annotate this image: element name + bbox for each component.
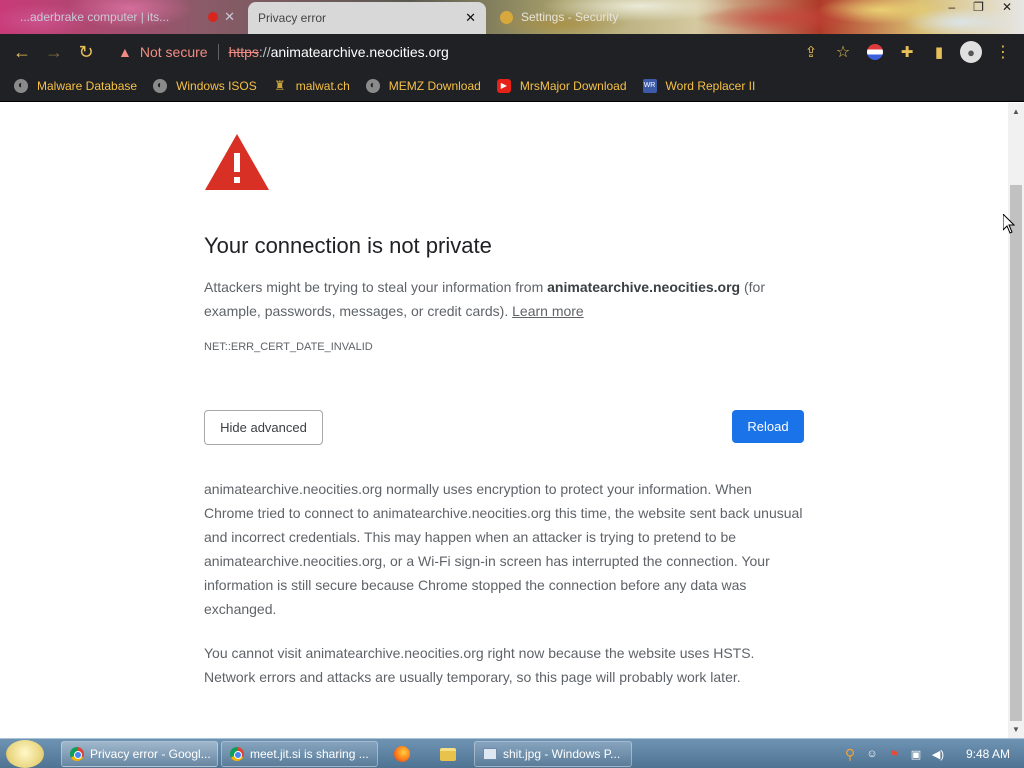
details-paragraph-1: animatearchive.neocities.org normally us… (204, 481, 803, 617)
share-icon[interactable]: ⇪ (798, 36, 824, 68)
exclamation-bar (234, 153, 240, 172)
advanced-details: animatearchive.neocities.org normally us… (204, 477, 804, 689)
cursor-arrow (1003, 214, 1015, 234)
taskbar-item-label: Privacy error - Googl... (90, 747, 211, 761)
learn-more-link[interactable]: Learn more (512, 303, 584, 319)
toolbar-actions: ⇪ ☆ ✚ ▮ ● ⋮ (798, 36, 1016, 68)
globe-icon: ◐ (14, 78, 28, 93)
minimize-button[interactable]: – (948, 0, 955, 18)
url-scheme: https (228, 44, 259, 60)
address-bar[interactable]: ▲ Not secure https://animatearchive.neoc… (108, 38, 858, 66)
recording-icon (208, 12, 219, 22)
omnibox-divider (217, 44, 219, 60)
bookmark-label: malwat.ch (295, 78, 350, 93)
tab-settings[interactable]: Settings - Security (490, 2, 690, 32)
reload-icon[interactable]: ↻ (70, 36, 102, 68)
taskbar-item-label: shit.jpg - Windows P... (503, 747, 621, 761)
close-tab-icon[interactable]: ✕ (224, 9, 235, 25)
taskbar-clock[interactable]: 9:48 AM (966, 747, 1010, 761)
tab-strip: ...aderbrake computer | its... ✕ Privacy… (0, 0, 1024, 34)
security-status[interactable]: Not secure (140, 44, 208, 60)
bookmark-windows-isos[interactable]: ◐ Windows ISOS (153, 78, 257, 93)
forward-arrow-icon[interactable]: → (38, 36, 70, 68)
bookmark-mrsmajor-download[interactable]: ▶ MrsMajor Download (496, 78, 627, 93)
start-button[interactable] (6, 740, 44, 768)
flag-icon (867, 44, 883, 60)
amogus-icon: ♜ (273, 77, 286, 93)
mouse-cursor-icon (1003, 214, 1015, 234)
browser-toolbar: ← → ↻ ▲ Not secure https://animatearchiv… (0, 34, 1024, 70)
system-tray: ⚲ ☺ ⚑ ▣ ◀) 9:48 AM (832, 739, 1024, 768)
window-controls: – ❐ ✕ (948, 0, 1012, 18)
folder-icon (440, 747, 456, 761)
bookmarks-bar: ◐ Malware Database ◐ Windows ISOS ♜ malw… (0, 70, 1024, 102)
chrome-icon (230, 747, 244, 761)
firefox-pinned-icon[interactable] (392, 744, 412, 764)
reload-button[interactable]: Reload (732, 410, 804, 443)
search-magnifier-icon[interactable]: ⚲ (842, 746, 858, 762)
url-host: animatearchive.neocities.org (270, 44, 449, 60)
menu-kebab-icon[interactable]: ⋮ (990, 36, 1016, 68)
details-paragraph-2: You cannot visit animatearchive.neocitie… (204, 645, 755, 685)
hide-advanced-button[interactable]: Hide advanced (204, 410, 323, 445)
settings-gear-icon (500, 10, 513, 24)
page-title: Your connection is not private (204, 233, 492, 258)
taskbar-item-label: meet.jit.si is sharing ... (250, 747, 369, 761)
taskbar-item-photo-viewer[interactable]: shit.jpg - Windows P... (474, 741, 632, 767)
tab-title: Settings - Security (521, 10, 619, 24)
windows-taskbar: Privacy error - Googl... meet.jit.si is … (0, 738, 1024, 768)
tab-title: ...aderbrake computer | its... (20, 10, 170, 24)
bookmark-label: Word Replacer II (665, 78, 756, 93)
youtube-icon: ▶ (496, 78, 511, 93)
close-tab-icon[interactable]: ✕ (465, 10, 476, 26)
taskbar-item-jitsi[interactable]: meet.jit.si is sharing ... (221, 741, 378, 767)
bookmark-memz-download[interactable]: ◐ MEMZ Download (365, 78, 481, 93)
warning-triangle-icon: ▲ (118, 44, 132, 60)
volume-icon[interactable]: ◀) (930, 746, 946, 762)
tab-other[interactable]: ...aderbrake computer | its... ✕ (10, 2, 245, 32)
close-window-button[interactable]: ✕ (1002, 0, 1012, 18)
bookmark-star-icon[interactable]: ☆ (830, 36, 856, 68)
avatar-icon: ● (960, 41, 982, 63)
intro-text: Attackers might be trying to steal your … (204, 279, 548, 295)
extensions-puzzle-icon[interactable]: ✚ (894, 36, 920, 68)
url-separator: :// (258, 44, 271, 60)
scroll-down-arrow-icon[interactable]: ▼ (1012, 725, 1020, 734)
emoji-icon[interactable]: ☺ (864, 746, 880, 762)
bookmark-word-replacer[interactable]: WR Word Replacer II (642, 78, 756, 93)
intro-paragraph: Attackers might be trying to steal your … (204, 275, 804, 323)
warning-triangle-icon (205, 134, 269, 190)
taskbar-item-privacy-error[interactable]: Privacy error - Googl... (61, 741, 218, 767)
bookmark-label: Windows ISOS (176, 78, 257, 93)
tab-title: Privacy error (258, 11, 327, 25)
maximize-button[interactable]: ❐ (973, 0, 984, 18)
vertical-scrollbar[interactable]: ▲ ▼ (1008, 103, 1024, 738)
exclamation-dot (234, 177, 240, 183)
bookmark-malwatch[interactable]: ♜ malwat.ch (273, 77, 350, 93)
back-arrow-icon[interactable]: ← (6, 36, 38, 68)
profile-button[interactable]: ● (958, 36, 984, 68)
bookmark-label: MrsMajor Download (519, 78, 627, 93)
bookmark-label: MEMZ Download (388, 78, 481, 93)
chrome-icon (70, 747, 84, 761)
photo-viewer-icon (483, 748, 497, 760)
action-center-flag-icon[interactable]: ⚑ (886, 746, 902, 762)
scroll-up-arrow-icon[interactable]: ▲ (1012, 107, 1020, 116)
intro-domain: animatearchive.neocities.org (547, 279, 741, 295)
firefox-icon (394, 746, 410, 762)
tab-privacy-error[interactable]: Privacy error ✕ (248, 2, 486, 34)
scrollbar-thumb[interactable] (1010, 185, 1022, 721)
globe-icon: ◐ (365, 78, 380, 93)
interstitial-page: Your connection is not private Attackers… (0, 103, 1008, 738)
error-code: NET::ERR_CERT_DATE_INVALID (204, 341, 373, 353)
bookmark-label: Malware Database (37, 78, 138, 93)
globe-icon: ◐ (153, 78, 168, 93)
bookmark-malware-database[interactable]: ◐ Malware Database (14, 78, 138, 93)
word-replacer-icon: WR (642, 78, 657, 93)
side-panel-icon[interactable]: ▮ (926, 36, 952, 68)
flag-extension-icon[interactable] (862, 36, 888, 68)
network-icon[interactable]: ▣ (908, 746, 924, 762)
explorer-pinned-icon[interactable] (438, 744, 458, 764)
